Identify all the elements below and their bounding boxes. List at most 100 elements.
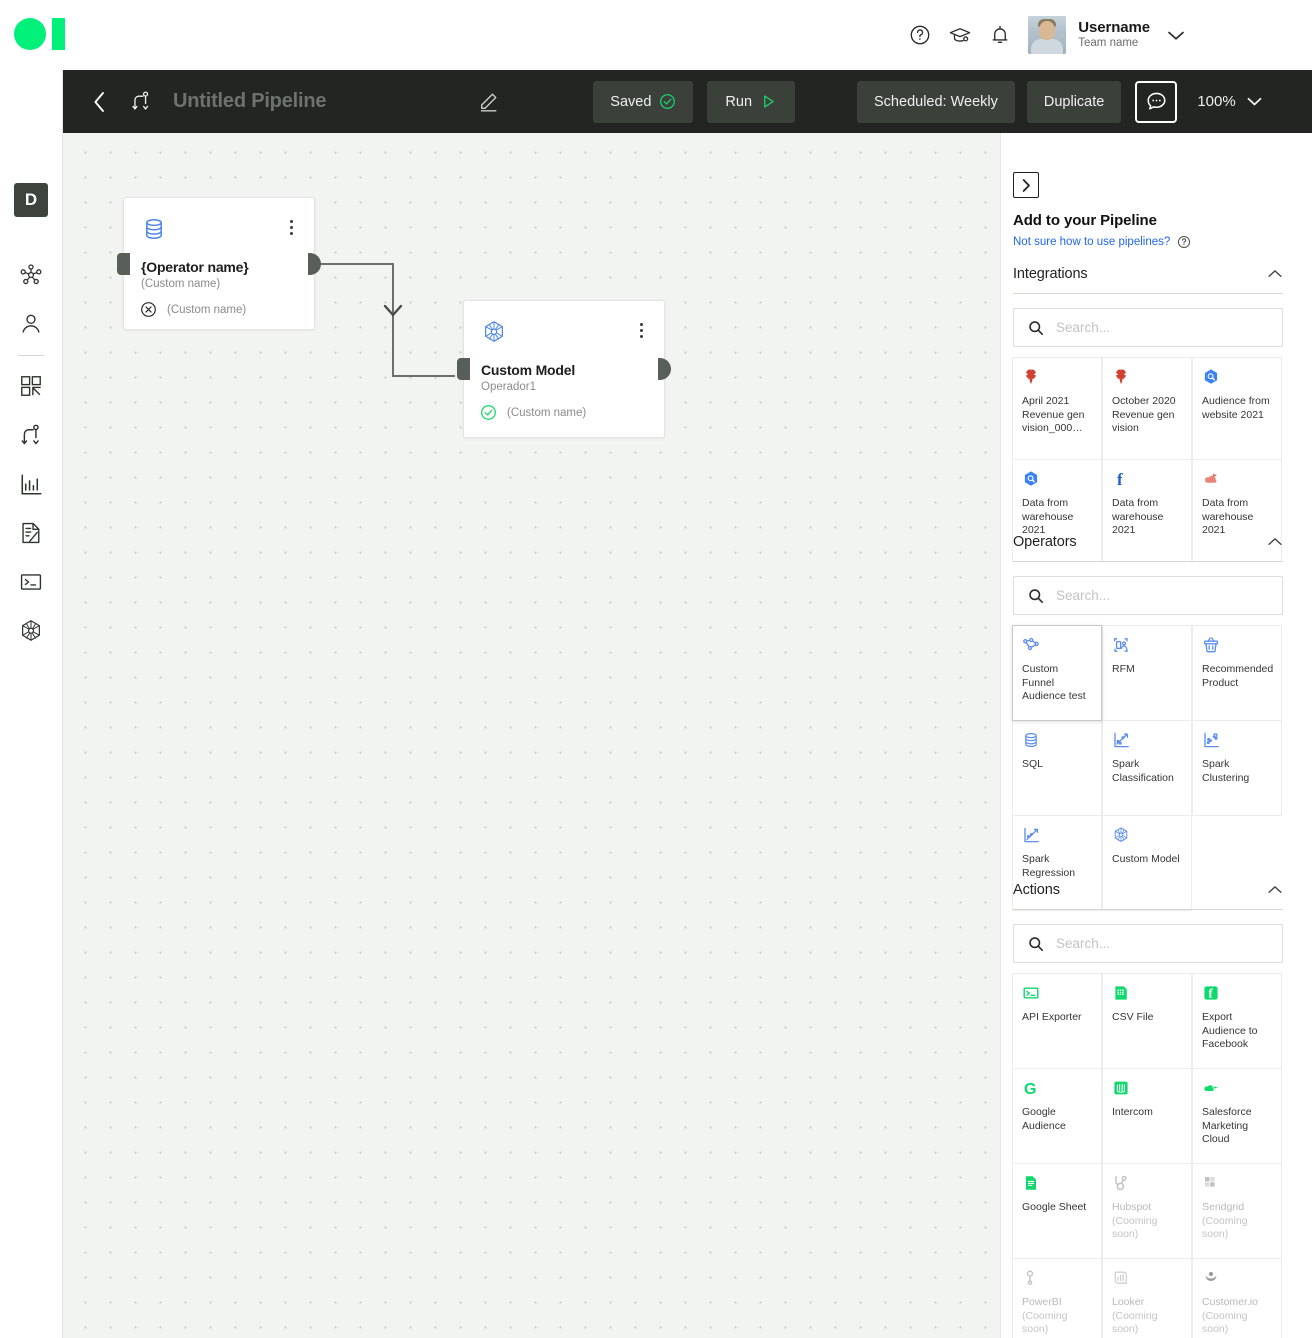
saved-label: Saved <box>610 93 652 110</box>
help-circle-icon[interactable] <box>1177 235 1191 249</box>
tile-operator[interactable]: Custom Funnel Audience test <box>1012 625 1102 721</box>
tile-action[interactable]: PowerBI (Cooming soon) <box>1012 1258 1102 1338</box>
chart-clustering-icon <box>1202 731 1220 749</box>
section-title: Operators <box>1013 534 1077 550</box>
rename-pencil-icon[interactable] <box>471 85 505 119</box>
tile-label: PowerBI <box>1022 1296 1062 1308</box>
tile-sublabel: (Cooming soon) <box>1202 1214 1248 1241</box>
svg-text:G: G <box>1024 1081 1036 1097</box>
tile-action[interactable]: Customer.io (Cooming soon) <box>1192 1258 1282 1338</box>
database-icon <box>141 216 167 242</box>
pipeline-branch-icon <box>123 82 159 122</box>
tile-action[interactable]: Hubspot (Cooming soon) <box>1102 1163 1192 1259</box>
node-status-label: (Custom name) <box>507 406 587 419</box>
sidebar-item-analytics[interactable] <box>8 461 54 507</box>
tile-action[interactable]: API Exporter <box>1012 973 1102 1069</box>
node-subtitle: (Custom name) <box>141 278 221 290</box>
tile-operator[interactable]: Recommended Product <box>1192 625 1282 721</box>
tile-label: Recommended Product <box>1202 663 1274 689</box>
schedule-button[interactable]: Scheduled: Weekly <box>857 80 1015 123</box>
node-menu-kebab-icon[interactable] <box>632 319 650 341</box>
bell-icon[interactable] <box>980 15 1020 55</box>
tile-label: RFM <box>1112 663 1135 675</box>
node-output-port[interactable] <box>308 252 321 275</box>
tile-action[interactable]: Salesforce Marketing Cloud <box>1192 1068 1282 1164</box>
company-logo[interactable] <box>14 16 70 52</box>
node-menu-kebab-icon[interactable] <box>282 216 300 238</box>
saved-button[interactable]: Saved <box>593 80 694 123</box>
node-operator-name[interactable]: {Operator name} (Custom name) (Custom na… <box>117 197 321 330</box>
sidebar-item-console[interactable] <box>8 559 54 605</box>
integrations-search-box[interactable] <box>1013 308 1283 347</box>
run-button[interactable]: Run <box>707 80 796 123</box>
help-circle-icon[interactable] <box>900 15 940 55</box>
node-status-label: (Custom name) <box>167 303 247 316</box>
tile-action[interactable]: CSV File <box>1102 973 1192 1069</box>
graduation-cap-icon[interactable] <box>940 15 980 55</box>
tile-integration[interactable]: April 2021 Revenue gen vision_000… <box>1012 357 1102 460</box>
comment-bubble-icon[interactable] <box>1135 80 1178 123</box>
panel-help-row: Not sure how to use pipelines? <box>1013 235 1191 249</box>
tile-label: Customer.io <box>1202 1296 1259 1308</box>
chevron-up-icon[interactable] <box>1267 269 1283 279</box>
chevron-up-icon[interactable] <box>1267 885 1283 895</box>
tile-operator[interactable]: Spark Clustering <box>1192 720 1282 816</box>
tile-label: API Exporter <box>1022 1011 1082 1023</box>
sidebar-item-reports[interactable] <box>8 510 54 556</box>
operators-search-input[interactable] <box>1056 588 1246 603</box>
tile-action[interactable]: Google Sheet <box>1012 1163 1102 1259</box>
tile-label: Audience from website 2021 <box>1202 395 1270 421</box>
workspace-avatar[interactable]: D <box>14 183 48 217</box>
section-operators-header[interactable]: Operators <box>1013 534 1283 562</box>
tile-operator[interactable]: RFM <box>1102 625 1192 721</box>
sidebar-item-pipelines[interactable] <box>8 412 54 458</box>
hubspot-icon <box>1112 1174 1130 1192</box>
sidebar-item-network[interactable] <box>8 252 54 298</box>
sidebar-item-audience[interactable] <box>8 301 54 347</box>
user-identity[interactable]: Username Team name <box>1078 19 1150 51</box>
username-label: Username <box>1078 19 1150 36</box>
tile-operator[interactable]: SQL <box>1012 720 1102 816</box>
tile-action[interactable]: Looker (Cooming soon) <box>1102 1258 1192 1338</box>
node-input-port[interactable] <box>457 358 470 380</box>
integrations-search-input[interactable] <box>1056 320 1246 335</box>
user-menu-chevron-down-icon[interactable] <box>1150 15 1202 55</box>
actions-search-box[interactable] <box>1013 924 1283 963</box>
section-actions-header[interactable]: Actions <box>1013 882 1283 910</box>
tile-action[interactable]: Sendgrid (Cooming soon) <box>1192 1163 1282 1259</box>
node-title: {Operator name} <box>141 259 249 275</box>
actions-search-input[interactable] <box>1056 936 1246 951</box>
sidebar-item-dashboard[interactable] <box>8 363 54 409</box>
powerbi-icon <box>1022 1269 1040 1287</box>
svg-text:f: f <box>1208 986 1213 1001</box>
tile-label: Data from warehouse 2021 <box>1202 497 1254 536</box>
back-button[interactable] <box>77 80 121 124</box>
tile-label: Salesforce Marketing Cloud <box>1202 1106 1252 1145</box>
tile-integration[interactable]: Audience from website 2021 <box>1192 357 1282 460</box>
tile-sublabel: (Cooming soon) <box>1022 1309 1068 1336</box>
avatar[interactable] <box>1028 16 1067 54</box>
sidebar-item-models[interactable] <box>8 608 54 654</box>
tile-operator[interactable]: Spark Classification <box>1102 720 1192 816</box>
section-integrations-header[interactable]: Integrations <box>1013 266 1283 294</box>
tile-action[interactable]: Intercom <box>1102 1068 1192 1164</box>
tile-action[interactable]: f Export Audience to Facebook <box>1192 973 1282 1069</box>
node-custom-model[interactable]: Custom Model Operador1 (Custom name) <box>457 300 671 438</box>
terminal-icon <box>1022 984 1040 1002</box>
zoom-control[interactable]: 100% <box>1197 93 1262 110</box>
chevron-right-icon[interactable] <box>1013 172 1039 198</box>
tile-label: Data from warehouse 2021 <box>1112 497 1164 536</box>
node-input-port[interactable] <box>117 252 130 275</box>
chevron-up-icon[interactable] <box>1267 537 1283 547</box>
tile-label: Custom Funnel Audience test <box>1022 663 1086 702</box>
google-sheet-icon <box>1022 1174 1040 1192</box>
node-title: Custom Model <box>481 362 576 378</box>
duplicate-button[interactable]: Duplicate <box>1026 80 1122 123</box>
operators-search-box[interactable] <box>1013 576 1283 615</box>
node-output-port[interactable] <box>658 358 671 380</box>
help-link[interactable]: Not sure how to use pipelines? <box>1013 236 1170 248</box>
pipeline-canvas[interactable]: {Operator name} (Custom name) (Custom na… <box>63 133 1000 1338</box>
tile-action[interactable]: G Google Audience <box>1012 1068 1102 1164</box>
tile-label: Google Audience <box>1022 1106 1066 1132</box>
tile-integration[interactable]: October 2020 Revenue gen vision <box>1102 357 1192 460</box>
